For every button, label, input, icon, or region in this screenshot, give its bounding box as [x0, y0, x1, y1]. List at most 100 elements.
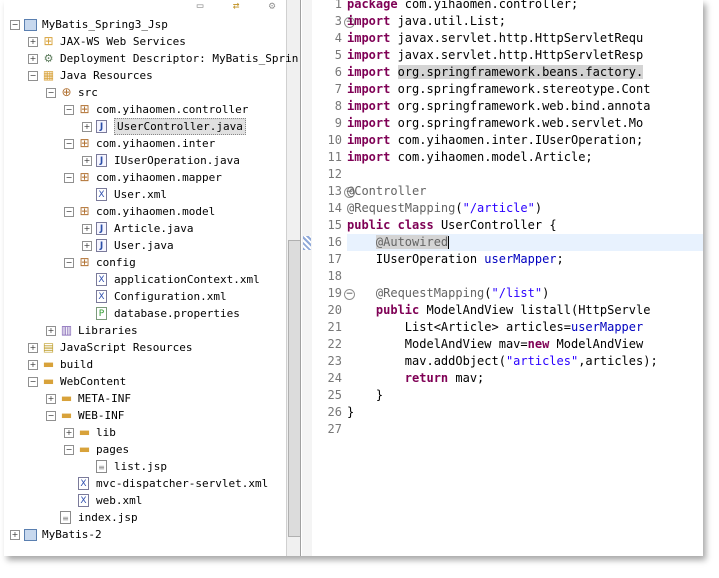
tree-item[interactable]: ≡ list.jsp — [4, 458, 284, 475]
expand-icon[interactable]: + — [28, 37, 38, 47]
line-number: 21 — [327, 320, 342, 334]
code-token: import — [347, 14, 391, 28]
collapse-all-icon[interactable]: ▭ — [192, 0, 208, 12]
occurrence-marker[interactable] — [303, 236, 311, 250]
expand-icon[interactable]: + — [82, 241, 92, 251]
line-number: 16 — [327, 235, 342, 249]
xml-file-icon: X — [78, 494, 89, 507]
code-line[interactable]: import org.springframework.web.servlet.M… — [347, 115, 643, 132]
tree-item[interactable]: + ▤ JavaScript Resources — [4, 339, 284, 356]
tree-item[interactable]: + ▬ lib — [4, 424, 284, 441]
line-number: 13 — [327, 184, 342, 198]
code-line[interactable]: import com.yihaomen.inter.IUserOperation… — [347, 132, 643, 149]
code-line[interactable]: import org.springframework.stereotype.Co… — [347, 81, 650, 98]
tree-item[interactable]: − ▬ pages — [4, 441, 284, 458]
tree-item[interactable]: − ⊞ com.yihaomen.inter — [4, 135, 284, 152]
code-line[interactable]: ModelAndView mav=new ModelAndView — [347, 336, 643, 353]
expand-icon[interactable]: + — [28, 343, 38, 353]
tree-item[interactable]: Pdatabase.properties — [4, 305, 284, 322]
code-line[interactable]: } — [347, 404, 354, 421]
link-with-editor-icon[interactable]: ⇄ — [228, 0, 244, 12]
code-line[interactable]: import javax.servlet.http.HttpServletReq… — [347, 30, 643, 47]
collapse-icon[interactable]: − — [46, 88, 56, 98]
collapse-icon[interactable]: − — [64, 139, 74, 149]
collapse-icon[interactable]: − — [64, 258, 74, 268]
code-line[interactable]: @Autowired — [347, 234, 450, 251]
tree-item[interactable]: + ▬ build — [4, 356, 284, 373]
tree-item[interactable]: − ⊕ src — [4, 84, 284, 101]
tree-item[interactable]: + J Article.java — [4, 220, 284, 237]
code-line[interactable]: import org.springframework.web.bind.anno… — [347, 98, 650, 115]
code-token: import — [347, 99, 391, 113]
code-line[interactable]: import java.util.List; — [347, 13, 506, 30]
tree-item[interactable]: − ⊞ com.yihaomen.model — [4, 203, 284, 220]
expand-icon[interactable]: + — [82, 122, 92, 132]
code-token: userMapper — [484, 252, 557, 266]
code-line[interactable]: @RequestMapping("/list") — [347, 285, 549, 302]
tree-item[interactable]: + J IUserOperation.java — [4, 152, 284, 169]
tree-item[interactable]: Xweb.xml — [4, 492, 284, 509]
code-line[interactable]: import com.yihaomen.model.Article; — [347, 149, 593, 166]
tree-item-label: JAX-WS Web Services — [60, 35, 186, 48]
tree-item[interactable]: − MyBatis_Spring3_Jsp — [4, 16, 284, 33]
collapse-icon[interactable]: − — [64, 445, 74, 455]
expand-icon[interactable]: + — [10, 530, 20, 540]
tree-item-label: database.properties — [114, 307, 240, 320]
code-line[interactable]: return mav; — [347, 370, 484, 387]
tree-item[interactable]: + ⚙ Deployment Descriptor: MyBatis_Sprin — [4, 50, 298, 67]
collapse-icon[interactable]: − — [28, 71, 38, 81]
code-line[interactable]: import org.springframework.beans.factory… — [347, 64, 644, 81]
code-token: mav.addObject( — [347, 354, 506, 368]
explorer-scrollbar[interactable] — [286, 0, 300, 556]
collapse-icon[interactable]: − — [10, 20, 20, 30]
code-line[interactable]: List<Article> articles=userMapper — [347, 319, 643, 336]
java-file-icon: J — [96, 120, 107, 133]
collapse-icon[interactable]: − — [64, 105, 74, 115]
code-line[interactable]: IUserOperation userMapper; — [347, 251, 564, 268]
tree-item[interactable]: XapplicationContext.xml — [4, 271, 284, 288]
tree-item[interactable]: + ▥ Libraries — [4, 322, 284, 339]
collapse-icon[interactable]: − — [64, 207, 74, 217]
tree-item[interactable]: + J UserController.java — [4, 118, 284, 135]
code-token: java.util.List; — [390, 14, 506, 28]
collapse-icon[interactable]: − — [64, 173, 74, 183]
collapse-icon[interactable]: − — [46, 411, 56, 421]
tree-item[interactable]: + J User.java — [4, 237, 284, 254]
tree-item[interactable]: + ▬ META-INF — [4, 390, 284, 407]
expand-icon[interactable]: + — [46, 394, 56, 404]
expand-icon[interactable]: + — [46, 326, 56, 336]
code-line[interactable]: mav.addObject("articles",articles); — [347, 353, 658, 370]
view-menu-icon[interactable]: ⚙ — [264, 0, 280, 12]
code-line[interactable]: import javax.servlet.http.HttpServletRes… — [347, 47, 643, 64]
tree-item[interactable]: − ▦ Java Resources — [4, 67, 284, 84]
expand-icon[interactable]: + — [64, 428, 74, 438]
tree-item[interactable]: X User.xml — [4, 186, 284, 203]
expand-icon[interactable]: + — [28, 360, 38, 370]
code-area[interactable]: package com.yihaomen.controller; import j… — [347, 0, 703, 556]
code-line[interactable]: public ModelAndView listall(HttpServle — [347, 302, 651, 319]
code-line[interactable]: @RequestMapping("/article") — [347, 200, 542, 217]
tree-item[interactable]: ≡ index.jsp — [4, 509, 284, 526]
explorer-scrollbar-thumb[interactable] — [288, 240, 300, 537]
code-line[interactable]: public class UserController { — [347, 217, 557, 234]
tree-item[interactable]: − ⊞ com.yihaomen.controller — [4, 101, 284, 118]
tree-item[interactable]: − ▬ WEB-INF — [4, 407, 284, 424]
tree-item[interactable]: X Configuration.xml — [4, 288, 284, 305]
code-line[interactable]: package com.yihaomen.controller; — [347, 0, 578, 13]
code-line[interactable]: @Controller — [347, 183, 426, 200]
expand-icon[interactable]: + — [82, 224, 92, 234]
code-editor[interactable]: 1 3−4 5 6 7 8 9 10 11 12 13−14 15 16 17 18 19−20 21 22 23 2… — [302, 0, 703, 556]
expand-icon[interactable]: + — [28, 54, 38, 64]
collapse-icon[interactable]: − — [28, 377, 38, 387]
tree-item[interactable]: Xmvc-dispatcher-servlet.xml — [4, 475, 284, 492]
tree-item[interactable]: − ⊞ com.yihaomen.mapper — [4, 169, 284, 186]
folder-icon: ▬ — [42, 374, 55, 388]
line-number: 8 — [334, 99, 342, 113]
code-line[interactable]: } — [347, 387, 383, 404]
code-token: } — [347, 405, 355, 419]
tree-item[interactable]: + MyBatis-2 — [4, 526, 284, 543]
tree-item[interactable]: − ⊞ config — [4, 254, 284, 271]
tree-item[interactable]: + ⊞ JAX-WS Web Services — [4, 33, 284, 50]
expand-icon[interactable]: + — [82, 156, 92, 166]
tree-item[interactable]: − ▬ WebContent — [4, 373, 284, 390]
